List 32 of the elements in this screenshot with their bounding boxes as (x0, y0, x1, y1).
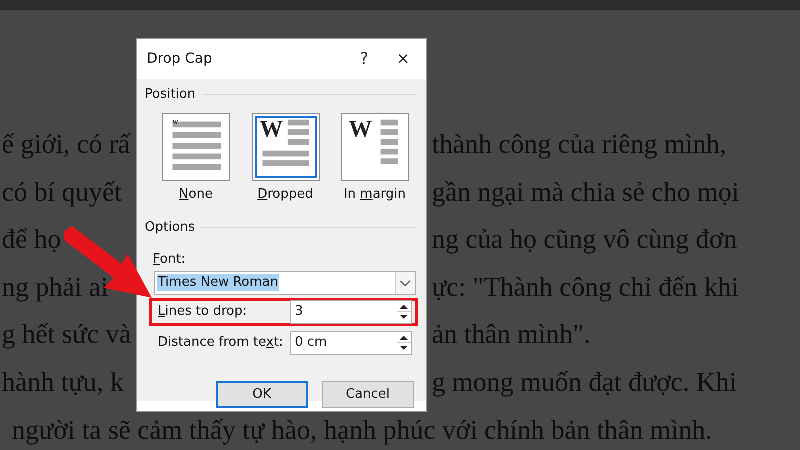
help-button[interactable]: ? (354, 51, 375, 67)
group-label: Options (145, 219, 196, 237)
document-text: có bí quyết (2, 176, 122, 207)
document-text: ng của họ cũng vô cùng đơn (432, 223, 738, 256)
drop-cap-option[interactable]: W Dropped (250, 112, 320, 204)
document-text: ng phải ai (2, 272, 108, 302)
document-text: g mong muốn đạt được. Khi (432, 366, 737, 399)
document-text: ản thân mình". (432, 318, 591, 352)
document-text: người ta sẽ cảm thấy tự hào, hạnh phúc với chính bản thân mình. (11, 414, 712, 447)
font-dropdown[interactable]: Times New Roman (154, 271, 416, 295)
drop-cap-option[interactable]: W In margin (340, 112, 410, 204)
field-label: Distance from text: (158, 334, 284, 352)
dialog-button[interactable]: OK (216, 381, 308, 408)
window-title: Drop Cap (147, 50, 214, 68)
spin-field[interactable]: 0 cm (290, 331, 412, 355)
document-text: để họ (2, 224, 62, 254)
field-label: Font: (153, 252, 186, 266)
document-text: thành công của riêng mình, (432, 128, 727, 161)
group-label: Position (145, 86, 196, 104)
document-text: g hết sức và (2, 319, 132, 350)
document-text: hành tựu, k (2, 366, 124, 397)
dialog-button[interactable]: Cancel (322, 381, 414, 408)
document-text: ực: "Thành công chỉ đến khi (432, 270, 739, 304)
layout-icon: w (162, 112, 230, 180)
document-text: ế giới, có rấ (2, 129, 130, 159)
spin-field[interactable]: 3 (290, 300, 412, 324)
field-label: Lines to drop: (158, 303, 248, 322)
layout-icon: W (252, 112, 320, 180)
chevron-down-icon[interactable] (395, 272, 415, 294)
layout-icon: W (341, 112, 409, 180)
close-button[interactable]: × (390, 51, 416, 67)
document-text: gần ngại mà chia sẻ cho mọi (432, 176, 740, 209)
